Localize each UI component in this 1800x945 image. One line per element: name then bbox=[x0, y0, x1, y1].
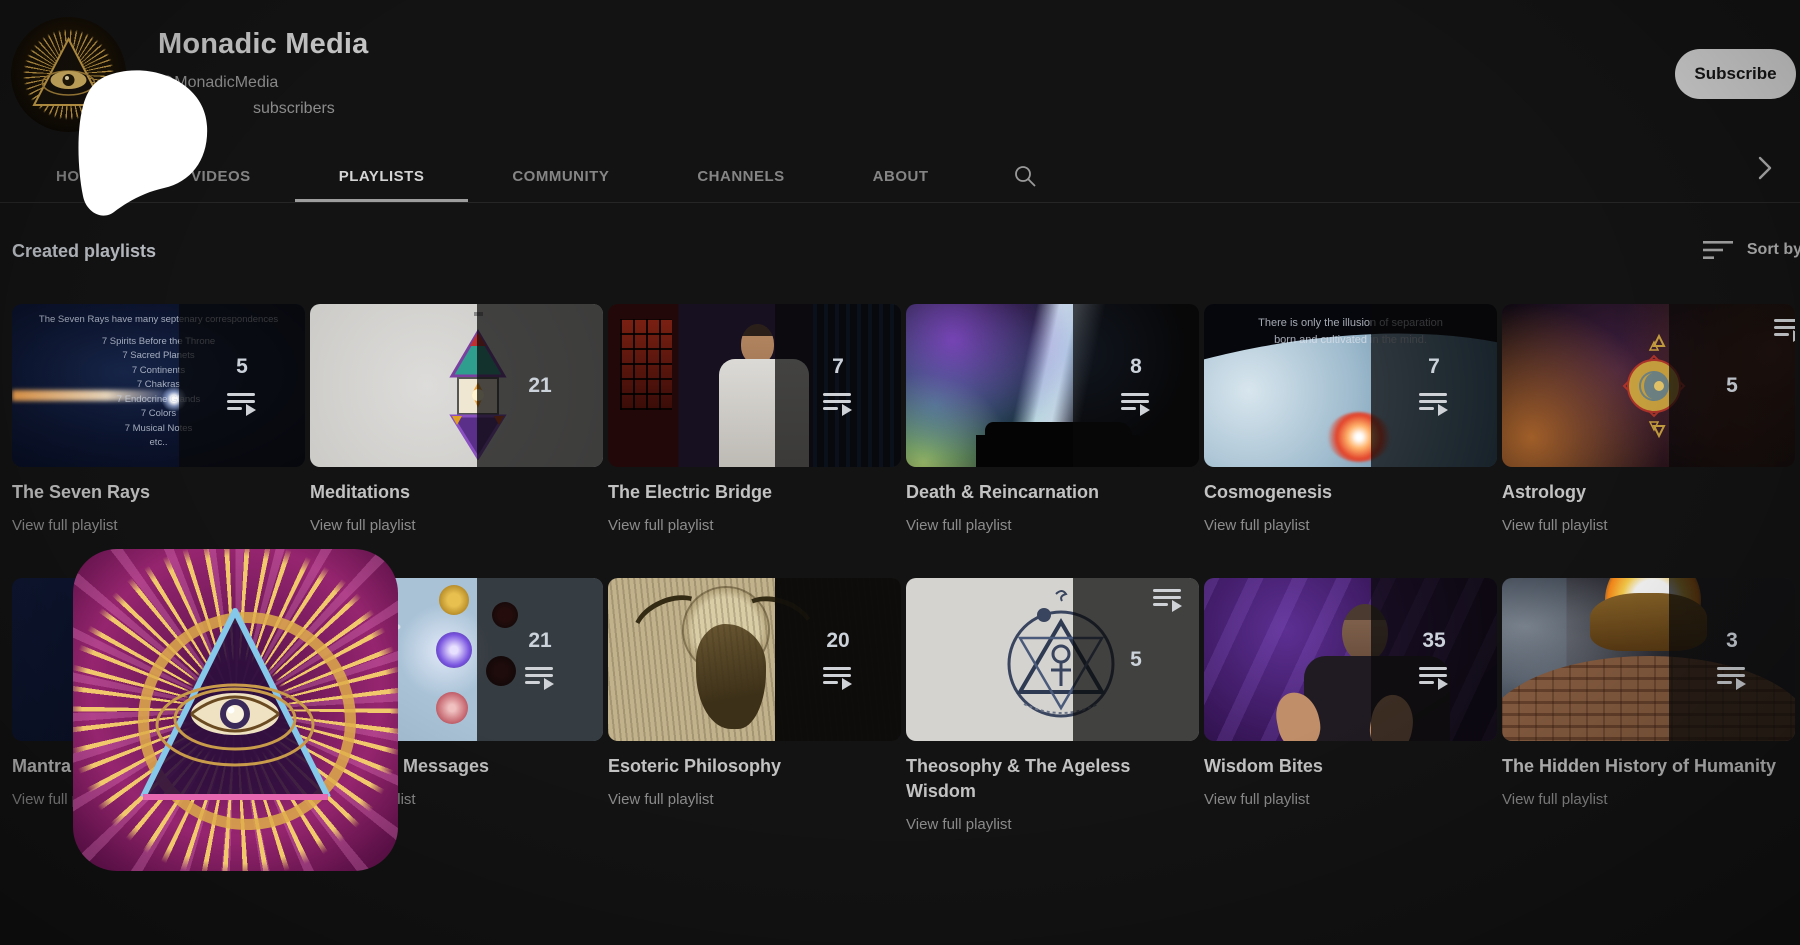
video-count: 35 bbox=[1422, 629, 1445, 653]
view-full-playlist-link[interactable]: View full playlist bbox=[1204, 791, 1497, 808]
playlist-count-overlay: 21 bbox=[477, 578, 603, 741]
playlist-icon bbox=[1419, 392, 1449, 416]
playlist-title[interactable]: Wisdom Bites bbox=[1204, 754, 1497, 779]
playlist-thumbnail[interactable]: 3 bbox=[1502, 578, 1795, 741]
playlist-card: 7 The Electric Bridge View full playlist bbox=[608, 304, 901, 534]
red-window-art bbox=[620, 319, 673, 410]
playlist-thumbnail[interactable]: The Seven Rays have many septenary corre… bbox=[12, 304, 305, 467]
playlist-title[interactable]: Death & Reincarnation bbox=[906, 480, 1199, 505]
playlist-card: 35 Wisdom Bites View full playlist bbox=[1204, 578, 1497, 833]
playlist-count-overlay: 3 bbox=[1669, 578, 1795, 741]
view-full-playlist-link[interactable]: View full playlist bbox=[1502, 791, 1795, 808]
playlist-count-overlay: 20 bbox=[775, 578, 901, 741]
playlist-card: 8 Death & Reincarnation View full playli… bbox=[906, 304, 1199, 534]
chakra-art bbox=[436, 692, 468, 724]
playlist-card: 3 The Hidden History of Humanity View fu… bbox=[1502, 578, 1795, 833]
playlist-icon bbox=[227, 392, 257, 416]
playlist-card: The Seven Rays have many septenary corre… bbox=[12, 304, 305, 534]
playlist-icon bbox=[1121, 392, 1151, 416]
channel-avatar-enlarged bbox=[73, 549, 398, 871]
playlist-icon bbox=[823, 666, 853, 690]
view-full-playlist-link[interactable]: View full playlist bbox=[906, 816, 1199, 833]
playlist-card: 5 Theosophy & The Ageless Wisdom View fu… bbox=[906, 578, 1199, 833]
playlist-title[interactable]: The Seven Rays bbox=[12, 480, 305, 505]
video-count: 5 bbox=[1130, 648, 1142, 672]
chakra-art bbox=[439, 585, 469, 615]
playlist-thumbnail[interactable]: 8 bbox=[906, 304, 1199, 467]
view-full-playlist-link[interactable]: View full playlist bbox=[12, 517, 305, 534]
playlist-thumbnail[interactable]: 5 bbox=[906, 578, 1199, 741]
playlist-title[interactable]: Esoteric Philosophy bbox=[608, 754, 901, 779]
view-full-playlist-link[interactable]: View full playlist bbox=[608, 791, 901, 808]
chakra-art bbox=[436, 632, 472, 668]
playlist-card: There is only the illusion of separation… bbox=[1204, 304, 1497, 534]
playlist-count-overlay: 5 bbox=[1669, 304, 1795, 467]
tab-about[interactable]: ABOUT bbox=[829, 150, 973, 202]
playlist-icon bbox=[1774, 318, 1795, 342]
channel-title: Monadic Media bbox=[158, 28, 368, 61]
view-full-playlist-link[interactable]: View full playlist bbox=[310, 517, 603, 534]
channel-search-button[interactable] bbox=[973, 150, 1077, 202]
playlist-thumbnail[interactable]: 21 bbox=[310, 304, 603, 467]
video-count: 21 bbox=[528, 629, 551, 653]
tab-playlists[interactable]: PLAYLISTS bbox=[295, 150, 469, 202]
playlist-count-overlay: 7 bbox=[775, 304, 901, 467]
tab-community[interactable]: COMMUNITY bbox=[468, 150, 653, 202]
section-header: Created playlists Sort by bbox=[12, 241, 1800, 271]
playlist-icon bbox=[525, 666, 555, 690]
presenter-head-art bbox=[741, 324, 774, 364]
playlist-card: 21 Meditations View full playlist bbox=[310, 304, 603, 534]
playlist-title[interactable]: Cosmogenesis bbox=[1204, 480, 1497, 505]
playlist-icon bbox=[1717, 666, 1747, 690]
playlist-icon bbox=[1419, 666, 1449, 690]
sort-icon bbox=[1703, 239, 1733, 261]
pyramid-eye-icon bbox=[73, 549, 398, 871]
video-count: 3 bbox=[1726, 629, 1738, 653]
view-full-playlist-link[interactable]: View full playlist bbox=[1204, 517, 1497, 534]
playlist-title[interactable]: Theosophy & The Ageless Wisdom bbox=[906, 754, 1199, 804]
section-title: Created playlists bbox=[12, 241, 156, 261]
video-count: 5 bbox=[1726, 374, 1738, 398]
video-count: 7 bbox=[1428, 355, 1440, 379]
view-full-playlist-link[interactable]: View full playlist bbox=[906, 517, 1199, 534]
youtube-channel-page: { "channel": { "name": "Monadic Media", … bbox=[0, 0, 1800, 945]
chevron-right-icon bbox=[1756, 155, 1774, 181]
video-count: 8 bbox=[1130, 355, 1142, 379]
playlist-thumbnail[interactable]: 20 bbox=[608, 578, 901, 741]
playlist-title[interactable]: The Electric Bridge bbox=[608, 480, 901, 505]
playlist-icon bbox=[1153, 588, 1183, 612]
playlist-card: 5 Astrology View full playlist bbox=[1502, 304, 1795, 534]
playlist-count-overlay: 8 bbox=[1073, 304, 1199, 467]
playlist-count-overlay: 21 bbox=[477, 304, 603, 467]
view-full-playlist-link[interactable]: View full playlist bbox=[1502, 517, 1795, 534]
view-full-playlist-link[interactable]: View full playlist bbox=[608, 517, 901, 534]
playlist-icon bbox=[823, 392, 853, 416]
highlight-blob bbox=[70, 60, 215, 222]
playlist-title[interactable]: Meditations bbox=[310, 480, 603, 505]
playlist-thumbnail[interactable]: 7 bbox=[608, 304, 901, 467]
playlist-count-overlay: 5 bbox=[1073, 578, 1199, 741]
playlist-title[interactable]: Astrology bbox=[1502, 480, 1795, 505]
playlist-count-overlay: 7 bbox=[1371, 304, 1497, 467]
video-count: 5 bbox=[236, 355, 248, 379]
sort-by-label: Sort by bbox=[1747, 241, 1800, 259]
channel-tabs: HOME VIDEOS PLAYLISTS COMMUNITY CHANNELS… bbox=[0, 150, 1800, 203]
tab-channels[interactable]: CHANNELS bbox=[653, 150, 828, 202]
search-icon bbox=[1013, 164, 1037, 188]
playlist-thumbnail[interactable]: There is only the illusion of separation… bbox=[1204, 304, 1497, 467]
playlist-thumbnail[interactable]: 5 bbox=[1502, 304, 1795, 467]
subscribe-button[interactable]: Subscribe bbox=[1675, 49, 1796, 99]
playlist-count-overlay: 35 bbox=[1371, 578, 1497, 741]
tabs-scroll-right-button[interactable] bbox=[1756, 155, 1774, 186]
playlist-title[interactable]: The Hidden History of Humanity bbox=[1502, 754, 1795, 779]
video-count: 20 bbox=[826, 629, 849, 653]
playlist-card: 20 Esoteric Philosophy View full playlis… bbox=[608, 578, 901, 833]
video-count: 21 bbox=[528, 374, 551, 398]
sort-by-button[interactable]: Sort by bbox=[1703, 239, 1800, 261]
playlist-row-1: The Seven Rays have many septenary corre… bbox=[12, 304, 1795, 534]
playlist-thumbnail[interactable]: 35 bbox=[1204, 578, 1497, 741]
playlist-count-overlay: 5 bbox=[179, 304, 305, 467]
video-count: 7 bbox=[832, 355, 844, 379]
